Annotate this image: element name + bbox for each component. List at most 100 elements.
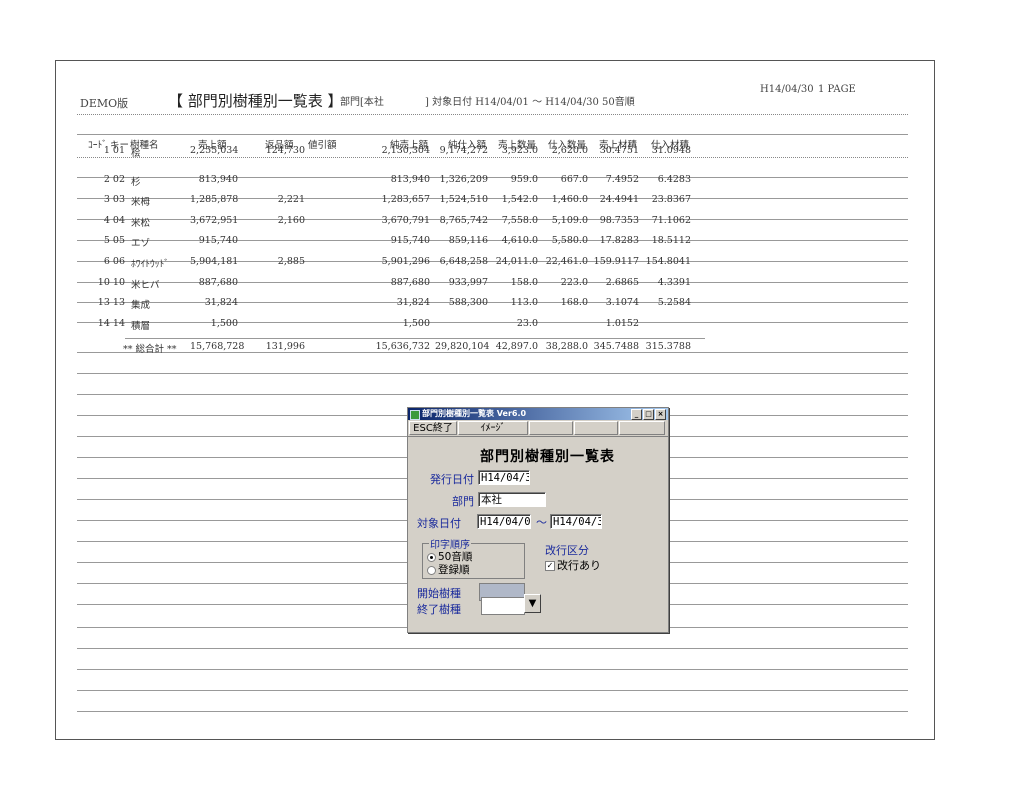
row-value: 1,500	[210, 317, 238, 329]
row-code: 2 02	[103, 173, 125, 185]
image-button[interactable]: ｲﾒｰｼﾞ	[458, 421, 528, 435]
row-value: 158.0	[510, 276, 538, 288]
row-value: 18.5112	[651, 235, 691, 247]
esc-exit-button[interactable]: ESC終了	[409, 421, 457, 435]
row-value: 5,109.0	[551, 214, 588, 226]
row-value: 1,542.0	[501, 194, 538, 206]
row-value: 667.0	[560, 173, 588, 185]
row-value: 933,997	[448, 276, 488, 288]
row-value: 9,174,272	[439, 145, 488, 156]
window-titlebar[interactable]: 部門別樹種別一覧表 Ver6.0 _ □ ×	[408, 408, 668, 420]
row-code: 4 04	[103, 214, 125, 226]
row-species-name: 杉	[131, 176, 141, 188]
start-species-label: 開始樹種	[417, 587, 461, 600]
ruled-line	[77, 373, 908, 374]
row-value: 2,620.0	[551, 145, 588, 156]
page-break-checkbox[interactable]: ✓ 改行あり	[545, 557, 601, 573]
row-species-name: 米栂	[131, 197, 151, 209]
row-value: 2,255,034	[190, 145, 239, 156]
row-value: 223.0	[560, 276, 588, 288]
row-value: 22,461.0	[545, 256, 588, 267]
page-break-label: 改行区分	[545, 544, 589, 557]
row-value: 959.0	[510, 173, 538, 185]
total-value: 315.3788	[645, 341, 691, 352]
dept-label: 部門	[452, 495, 474, 508]
dropdown-arrow-icon[interactable]: ▼	[524, 594, 541, 613]
row-value: 1,460.0	[551, 194, 588, 206]
row-value: 588,300	[448, 297, 488, 309]
total-value: 345.7488	[593, 341, 639, 352]
total-divider	[125, 338, 705, 339]
row-value: 3.1074	[605, 297, 639, 309]
issue-date: H14/04/30	[760, 84, 814, 95]
total-label: ** 総合計 **	[123, 344, 177, 355]
row-value: 3,670,791	[381, 214, 430, 226]
checkbox-checked-icon: ✓	[545, 561, 555, 571]
radio-icon	[427, 565, 436, 575]
ruled-line	[77, 648, 908, 649]
close-button[interactable]: ×	[655, 409, 666, 420]
row-value: 1,285,878	[190, 194, 239, 206]
row-value: 2,160	[277, 214, 305, 226]
header-divider	[77, 114, 908, 115]
ruled-line	[77, 394, 908, 395]
row-code: 5 05	[103, 235, 125, 247]
report-page-frame	[55, 60, 935, 740]
row-value: 2,885	[277, 256, 305, 267]
row-code: 1 01	[103, 145, 125, 156]
ruled-line	[77, 352, 908, 353]
issue-date-field[interactable]: H14/04/30	[478, 470, 530, 485]
minimize-button[interactable]: _	[631, 409, 642, 420]
row-species-name: ﾎﾜｲﾄｳｯﾄﾞ	[131, 259, 170, 270]
row-value: 1,326,209	[439, 173, 488, 185]
total-value: 29,820,104	[435, 341, 490, 352]
row-value: 813,940	[390, 173, 430, 185]
row-value: 23.0	[516, 317, 538, 329]
row-value: 859,116	[448, 235, 488, 247]
row-value: 5.2584	[657, 297, 691, 309]
row-value: 1.0152	[605, 317, 639, 329]
toolbar-button-4[interactable]	[574, 421, 618, 435]
end-species-field[interactable]	[481, 597, 525, 615]
target-date-label: 対象日付	[417, 517, 461, 530]
ruled-line	[77, 690, 908, 691]
row-value: 31.0948	[651, 145, 691, 156]
page-number: 1 PAGE	[818, 84, 856, 95]
report-title: 【 部門別樹種別一覧表 】	[168, 92, 343, 110]
row-value: 4.3391	[657, 276, 691, 288]
toolbar-button-3[interactable]	[529, 421, 573, 435]
window-toolbar: ESC終了 ｲﾒｰｼﾞ	[408, 420, 668, 437]
row-value: 17.8283	[599, 235, 639, 247]
end-species-label: 終了樹種	[417, 603, 461, 616]
row-value: 1,283,657	[381, 194, 430, 206]
row-value: 5,904,181	[190, 256, 239, 267]
row-value: 24.4941	[599, 194, 639, 206]
toolbar-button-5[interactable]	[619, 421, 665, 435]
row-species-name: 桧	[131, 148, 141, 159]
row-value: 23.8367	[651, 194, 691, 206]
date-to-field[interactable]: H14/04/30	[550, 514, 602, 529]
maximize-button[interactable]: □	[643, 409, 654, 420]
row-code: 3 03	[103, 194, 125, 206]
row-value: 2,130,304	[381, 145, 430, 156]
issue-date-label: 発行日付	[430, 473, 474, 486]
row-value: 168.0	[560, 297, 588, 309]
total-value: 38,288.0	[545, 341, 588, 352]
row-value: 4,610.0	[501, 235, 538, 247]
dept-field[interactable]: 本社	[478, 492, 546, 507]
row-value: 24,011.0	[495, 256, 538, 267]
order-option-registered[interactable]: 登録順	[427, 562, 470, 577]
date-from-field[interactable]: H14/04/01	[477, 514, 531, 529]
ruled-line	[77, 669, 908, 670]
row-species-name: 積層	[131, 320, 151, 332]
row-code: 13 13	[97, 297, 125, 309]
row-value: 915,740	[198, 235, 238, 247]
ruled-line	[77, 134, 908, 135]
total-value: 131,996	[265, 341, 305, 352]
row-species-name: 集成	[131, 300, 151, 312]
row-value: 7,558.0	[501, 214, 538, 226]
tilde-label: ～	[536, 516, 547, 529]
row-value: 1,500	[402, 317, 430, 329]
app-icon	[410, 410, 420, 420]
row-value: 8,765,742	[439, 214, 488, 226]
